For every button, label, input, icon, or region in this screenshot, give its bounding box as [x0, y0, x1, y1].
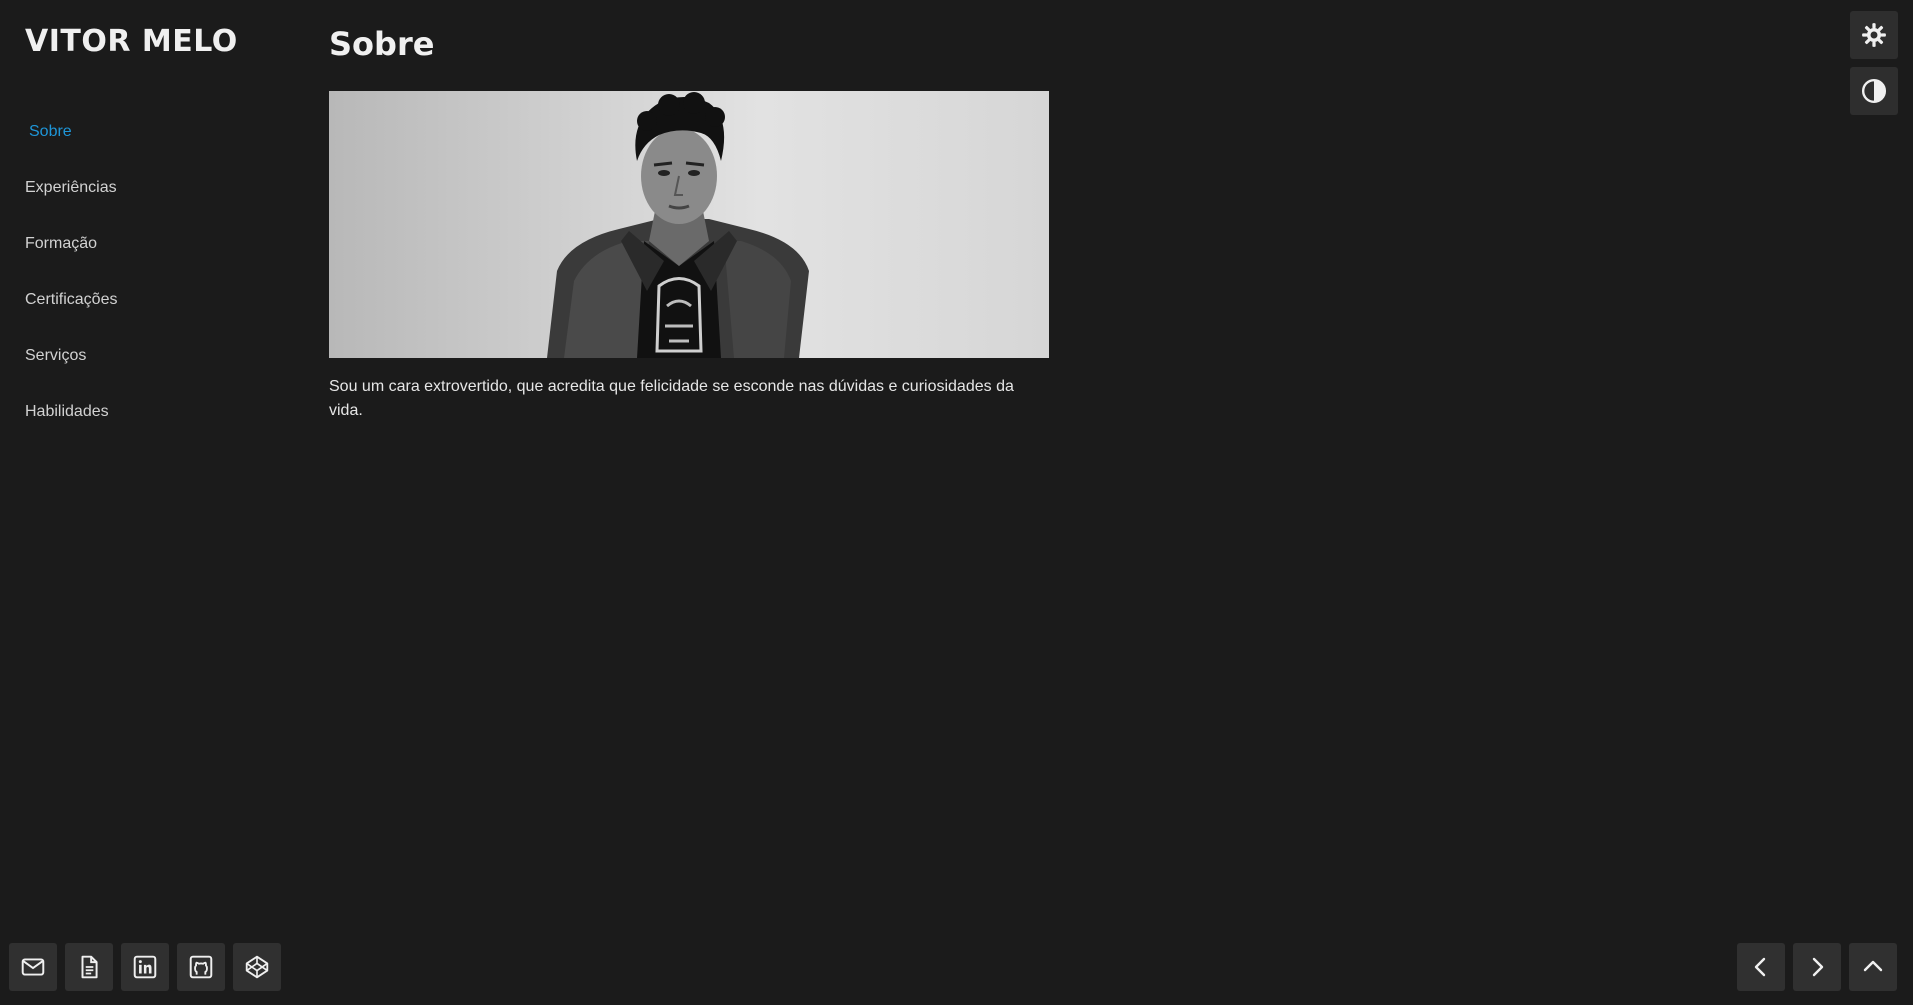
codepen-icon [245, 955, 269, 979]
contrast-toggle-button[interactable] [1850, 67, 1898, 115]
contrast-icon [1861, 78, 1887, 104]
scroll-top-button[interactable] [1849, 943, 1897, 991]
about-text: Sou um cara extrovertido, que acredita q… [329, 378, 1014, 419]
portrait-illustration [547, 92, 809, 358]
section-pager [1737, 943, 1897, 991]
linkedin-icon [133, 955, 157, 979]
page-title: Sobre [329, 25, 435, 63]
theme-settings-button[interactable] [1850, 11, 1898, 59]
main-content: Sobre Sou um cara extrovertido, que acre… [329, 24, 1049, 423]
chevron-up-icon [1863, 960, 1883, 972]
page: VITOR MELO Sobre Experiências Formação C… [0, 0, 1913, 1005]
nav-item-habilidades[interactable]: Habilidades [25, 384, 117, 440]
github-icon [189, 955, 213, 979]
next-section-button[interactable] [1793, 943, 1841, 991]
nav-item-certificacoes[interactable]: Certificações [25, 272, 117, 328]
sidebar-nav: Sobre Experiências Formação Certificaçõe… [25, 104, 117, 440]
email-button[interactable] [9, 943, 57, 991]
profile-photo [329, 91, 1049, 358]
nav-item-sobre[interactable]: Sobre [25, 104, 117, 160]
resume-button[interactable] [65, 943, 113, 991]
chevron-right-icon [1812, 957, 1824, 977]
nav-item-formacao[interactable]: Formação [25, 216, 117, 272]
chevron-left-icon [1754, 957, 1766, 977]
codepen-button[interactable] [233, 943, 281, 991]
previous-section-button[interactable] [1737, 943, 1785, 991]
mail-icon [21, 958, 45, 976]
nav-item-experiencias[interactable]: Experiências [25, 160, 117, 216]
linkedin-button[interactable] [121, 943, 169, 991]
social-links [9, 943, 281, 991]
gear-icon [1862, 23, 1886, 47]
document-icon [81, 955, 98, 979]
github-button[interactable] [177, 943, 225, 991]
site-brand[interactable]: VITOR MELO [25, 24, 238, 59]
nav-item-servicos[interactable]: Serviços [25, 328, 117, 384]
